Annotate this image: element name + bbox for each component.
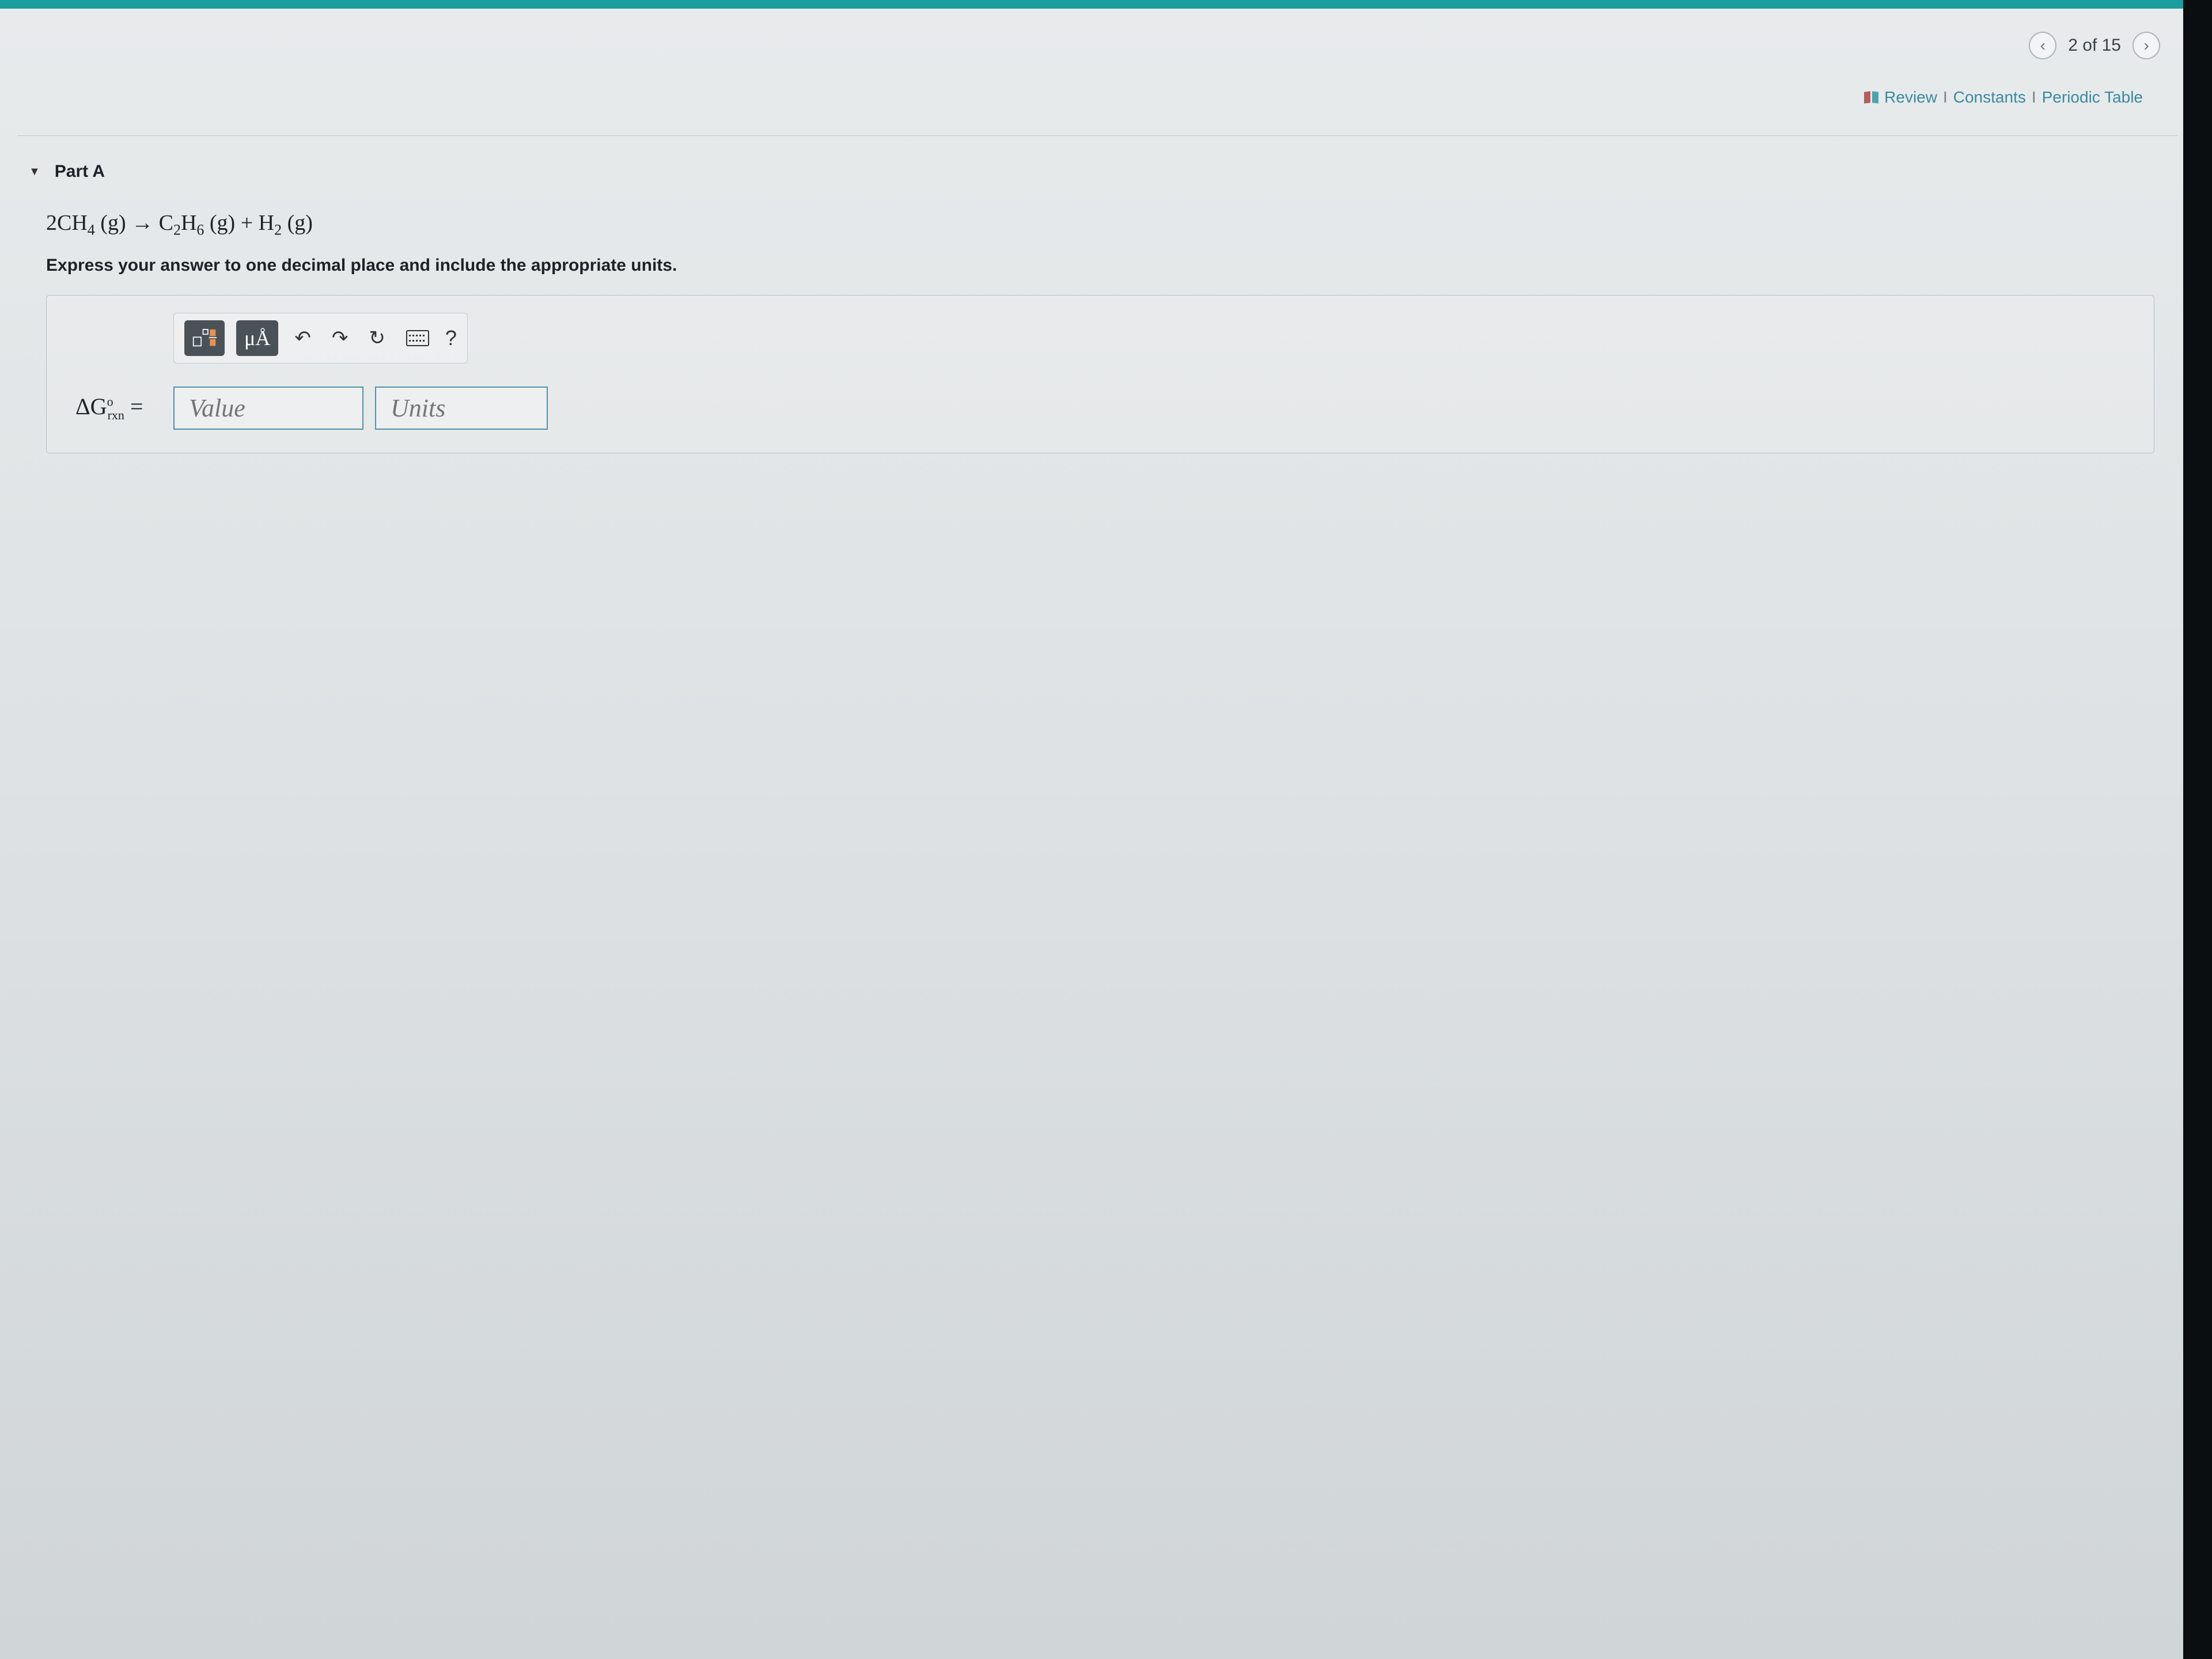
part-title: Part A: [55, 162, 105, 181]
answer-input-row: ΔGorxn =: [75, 387, 2125, 430]
book-icon: [1864, 92, 1878, 103]
right-edge-bezel: [2183, 0, 2212, 1659]
units-button[interactable]: μÅ: [236, 320, 278, 356]
chevron-right-icon: ›: [2143, 36, 2149, 55]
constants-link[interactable]: Constants: [1953, 88, 2026, 107]
section-divider: [17, 135, 2177, 136]
redo-button[interactable]: ↷: [327, 322, 353, 354]
question-nav: ‹ 2 of 15 ›: [17, 32, 2177, 59]
keyboard-icon: [406, 330, 429, 346]
keyboard-button[interactable]: [402, 325, 434, 351]
top-accent-bar: [0, 0, 2212, 9]
prev-question-button[interactable]: ‹: [2029, 32, 2056, 59]
chevron-down-icon: ▼: [29, 165, 40, 179]
answer-instruction: Express your answer to one decimal place…: [17, 253, 2177, 295]
answer-area: μÅ ↶ ↷ ↻ ? ΔGorxn =: [46, 295, 2154, 453]
review-link[interactable]: Review: [1884, 88, 1937, 107]
undo-button[interactable]: ↶: [290, 322, 316, 354]
units-input[interactable]: [375, 387, 548, 430]
template-icon: [192, 326, 217, 350]
help-button[interactable]: ?: [445, 326, 457, 350]
chemical-equation: 2CH4 (g) → C2H6 (g) + H2 (g): [17, 204, 2177, 253]
part-header[interactable]: ▼ Part A: [17, 156, 2177, 187]
main-container: ‹ 2 of 15 › Review I Constants I Periodi…: [0, 9, 2212, 465]
link-separator: I: [1943, 88, 1948, 107]
question-position: 2 of 15: [2068, 36, 2121, 55]
chevron-left-icon: ‹: [2040, 36, 2046, 55]
next-question-button[interactable]: ›: [2133, 32, 2160, 59]
link-separator: I: [2032, 88, 2036, 107]
template-button[interactable]: [184, 320, 225, 356]
reset-button[interactable]: ↻: [364, 322, 390, 354]
periodic-table-link[interactable]: Periodic Table: [2042, 88, 2143, 107]
resource-links: Review I Constants I Periodic Table: [17, 88, 2177, 107]
delta-g-label: ΔGorxn =: [75, 393, 162, 423]
equation-toolbar: μÅ ↶ ↷ ↻ ?: [173, 313, 468, 363]
value-input[interactable]: [173, 387, 363, 430]
mu-angstrom-icon: μÅ: [244, 326, 270, 350]
